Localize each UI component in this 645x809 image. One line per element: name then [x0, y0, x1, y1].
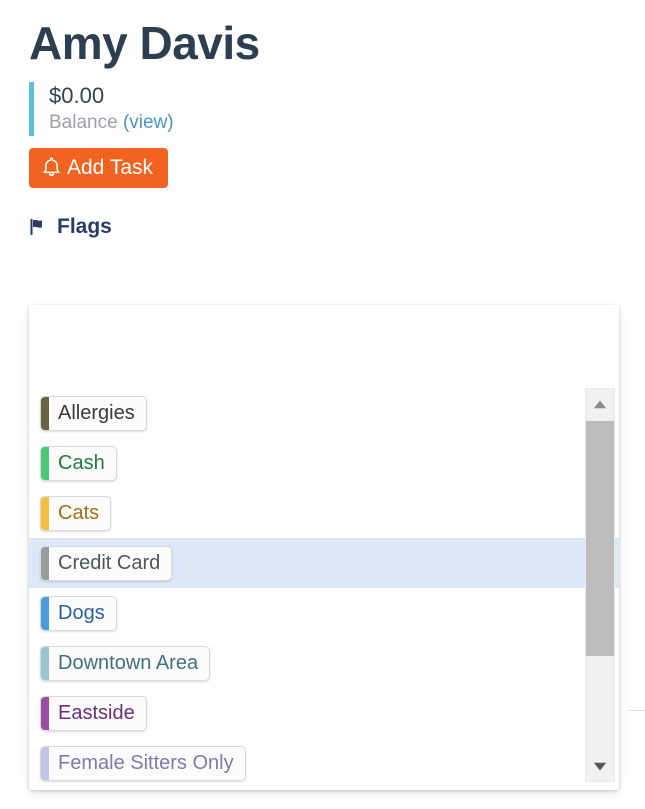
flags-heading-label: Flags	[57, 215, 112, 238]
triangle-up-icon	[593, 400, 607, 409]
balance-label: Balance	[49, 112, 118, 133]
flag-list-item[interactable]: Downtown Area	[29, 638, 619, 688]
flag-label: Allergies	[58, 401, 135, 424]
flag-list-item[interactable]: Eastside	[29, 688, 619, 738]
flag-tag: Dogs	[40, 595, 117, 631]
flag-list-item[interactable]: Cash	[29, 438, 619, 488]
flag-tag: Downtown Area	[40, 645, 211, 681]
balance-caption: Balance (view)	[49, 110, 309, 136]
flag-tag: Cats	[40, 495, 112, 531]
flag-label: Credit Card	[58, 551, 161, 574]
flag-color-swatch	[41, 596, 49, 630]
flag-label: Dogs	[58, 601, 105, 624]
flag-list-item[interactable]: Allergies	[29, 388, 619, 438]
flag-tag: Allergies	[40, 395, 147, 431]
flag-label: Cats	[58, 501, 100, 524]
flag-color-swatch	[41, 696, 49, 730]
flag-label: Downtown Area	[58, 651, 199, 674]
flag-list-item[interactable]: Female Sitters Only	[29, 738, 619, 788]
add-task-label: Add Task	[67, 156, 153, 179]
balance-amount: $0.00	[49, 83, 105, 108]
background-divider	[628, 710, 645, 711]
scroll-up-button[interactable]	[586, 389, 614, 419]
flag-list-item[interactable]: Dogs	[29, 588, 619, 638]
flags-card: Allergies Cash Cats Credit Card Dogs Dow…	[29, 305, 619, 790]
flag-list[interactable]: Allergies Cash Cats Credit Card Dogs Dow…	[29, 388, 619, 788]
flag-color-swatch	[41, 746, 49, 780]
flag-icon	[29, 217, 49, 237]
flag-tag: Female Sitters Only	[40, 745, 246, 781]
page-title: Amy Davis	[29, 17, 260, 69]
balance-block: $0.00 Balance (view)	[29, 82, 309, 136]
flags-heading: Flags	[29, 214, 645, 240]
flag-label: Eastside	[58, 701, 135, 724]
flag-tag: Credit Card	[40, 545, 173, 581]
flag-tag: Cash	[40, 445, 117, 481]
triangle-down-icon	[593, 762, 607, 771]
flag-color-swatch	[41, 446, 49, 480]
add-task-button[interactable]: Add Task	[29, 148, 168, 188]
flag-list-scrollbar[interactable]	[585, 388, 615, 782]
flag-tag: Eastside	[40, 695, 147, 731]
flag-color-swatch	[41, 396, 49, 430]
flag-label: Female Sitters Only	[58, 751, 234, 774]
balance-view-link[interactable]: (view)	[123, 112, 174, 133]
scrollbar-thumb[interactable]	[586, 421, 614, 656]
flag-list-item[interactable]: Cats	[29, 488, 619, 538]
flags-card-header-space	[29, 305, 619, 388]
flag-color-swatch	[41, 496, 49, 530]
flag-color-swatch	[41, 646, 49, 680]
flag-label: Cash	[58, 451, 105, 474]
scroll-down-button[interactable]	[586, 751, 614, 781]
flag-list-item[interactable]: Credit Card	[29, 538, 619, 588]
bell-icon	[42, 157, 61, 178]
flag-color-swatch	[41, 546, 49, 580]
